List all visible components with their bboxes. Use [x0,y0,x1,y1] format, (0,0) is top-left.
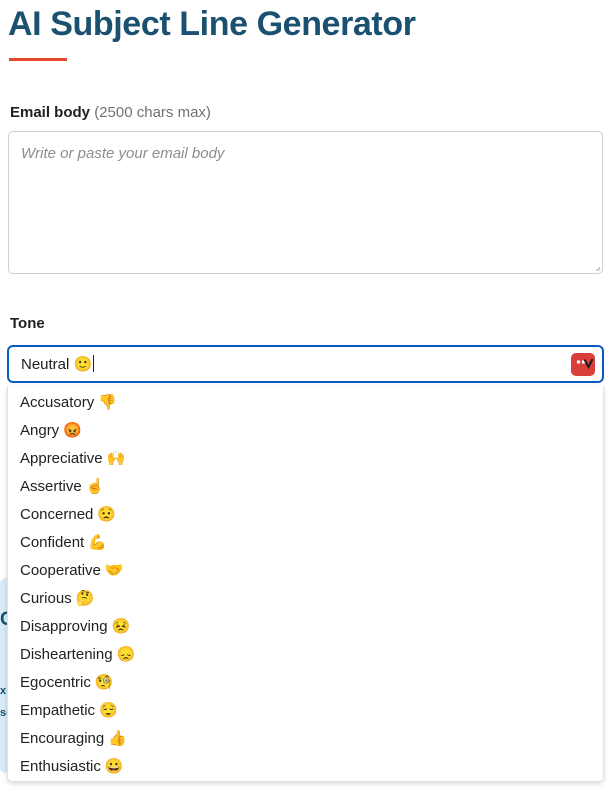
tone-option-label: Concerned [20,506,94,523]
tone-option-emoji: 💪 [88,534,107,551]
ai-subject-line-generator-page: AI Subject Line Generator Email body (25… [0,0,611,787]
tone-option[interactable]: Disheartening 😞 [8,641,603,669]
tone-option[interactable]: Curious 🤔 [8,585,603,613]
email-body-label: Email body (2500 chars max) [10,103,211,123]
dropdown-chevron-icon [576,358,594,370]
tone-option-label: Empathetic [20,702,96,719]
tone-option-label: Angry [20,422,60,439]
tone-option[interactable]: Appreciative 🙌 [8,445,603,473]
tone-option-label: Disheartening [20,646,113,663]
tone-option-emoji: 😌 [99,702,118,719]
tone-combobox[interactable]: Neutral 🙂 [7,345,604,383]
tone-option-emoji: 🙌 [106,450,126,467]
tone-dropdown-list[interactable]: Accusatory 👎 Angry 😡 Appreciative 🙌 Asserti… [7,386,604,782]
tone-option[interactable]: Angry 😡 [8,417,603,445]
tone-option-emoji: 🤝 [104,562,124,579]
tone-option-emoji: 😣 [111,618,131,635]
tone-option-label: Confident [20,534,85,551]
tone-option-label: Cooperative [20,562,101,579]
tone-option-emoji: 😟 [97,506,117,523]
tone-option-label: Egocentric [20,674,91,691]
email-body-label-text: Email body [10,104,91,121]
tone-option-emoji: 👍 [108,730,127,747]
tone-option-emoji: 😀 [104,758,124,775]
tone-option[interactable]: Egocentric 🧐 [8,669,603,697]
tone-option-label: Encouraging [20,730,105,747]
tone-selected-value: Neutral 🙂 [21,354,95,376]
tone-dropdown-toggle-button[interactable] [571,353,595,376]
tone-option[interactable]: Concerned 😟 [8,501,603,529]
page-title: AI Subject Line Generator [8,5,416,43]
text-cursor [93,355,95,372]
tone-option-label: Assertive [20,478,82,495]
tone-value-text: Neutral 🙂 [21,356,93,373]
tone-option[interactable]: Assertive ☝️ [8,473,603,501]
tone-option[interactable]: Disapproving 😣 [8,613,603,641]
tone-option-emoji: 🧐 [94,674,114,691]
resize-handle-icon[interactable] [588,259,600,271]
info-panel-line-1: x [0,685,7,697]
tone-option-emoji: 😡 [63,422,82,439]
tone-option-emoji: 😞 [116,646,136,663]
tone-option[interactable]: Empathetic 😌 [8,697,603,725]
tone-option-label: Accusatory [20,394,95,411]
tone-option-emoji: 🤔 [75,590,95,607]
tone-option[interactable]: Encouraging 👍 [8,725,603,753]
email-body-textarea[interactable]: Write or paste your email body [8,131,603,274]
tone-option[interactable]: Accusatory 👎 [8,389,603,417]
tone-option-emoji: 👎 [98,394,117,411]
tone-label: Tone [10,315,45,332]
tone-option-label: Curious [20,590,72,607]
email-body-placeholder: Write or paste your email body [21,145,225,162]
tone-option-emoji: ☝️ [85,478,105,495]
tone-option[interactable]: Enthusiastic 😀 [8,753,603,781]
tone-option-label: Disapproving [20,618,108,635]
tone-option[interactable]: Confident 💪 [8,529,603,557]
tone-option-label: Appreciative [20,450,103,467]
tone-option[interactable]: Cooperative 🤝 [8,557,603,585]
title-accent-rule [9,58,67,61]
tone-option-label: Enthusiastic [20,758,101,775]
email-body-label-hint: (2500 chars max) [94,104,211,121]
